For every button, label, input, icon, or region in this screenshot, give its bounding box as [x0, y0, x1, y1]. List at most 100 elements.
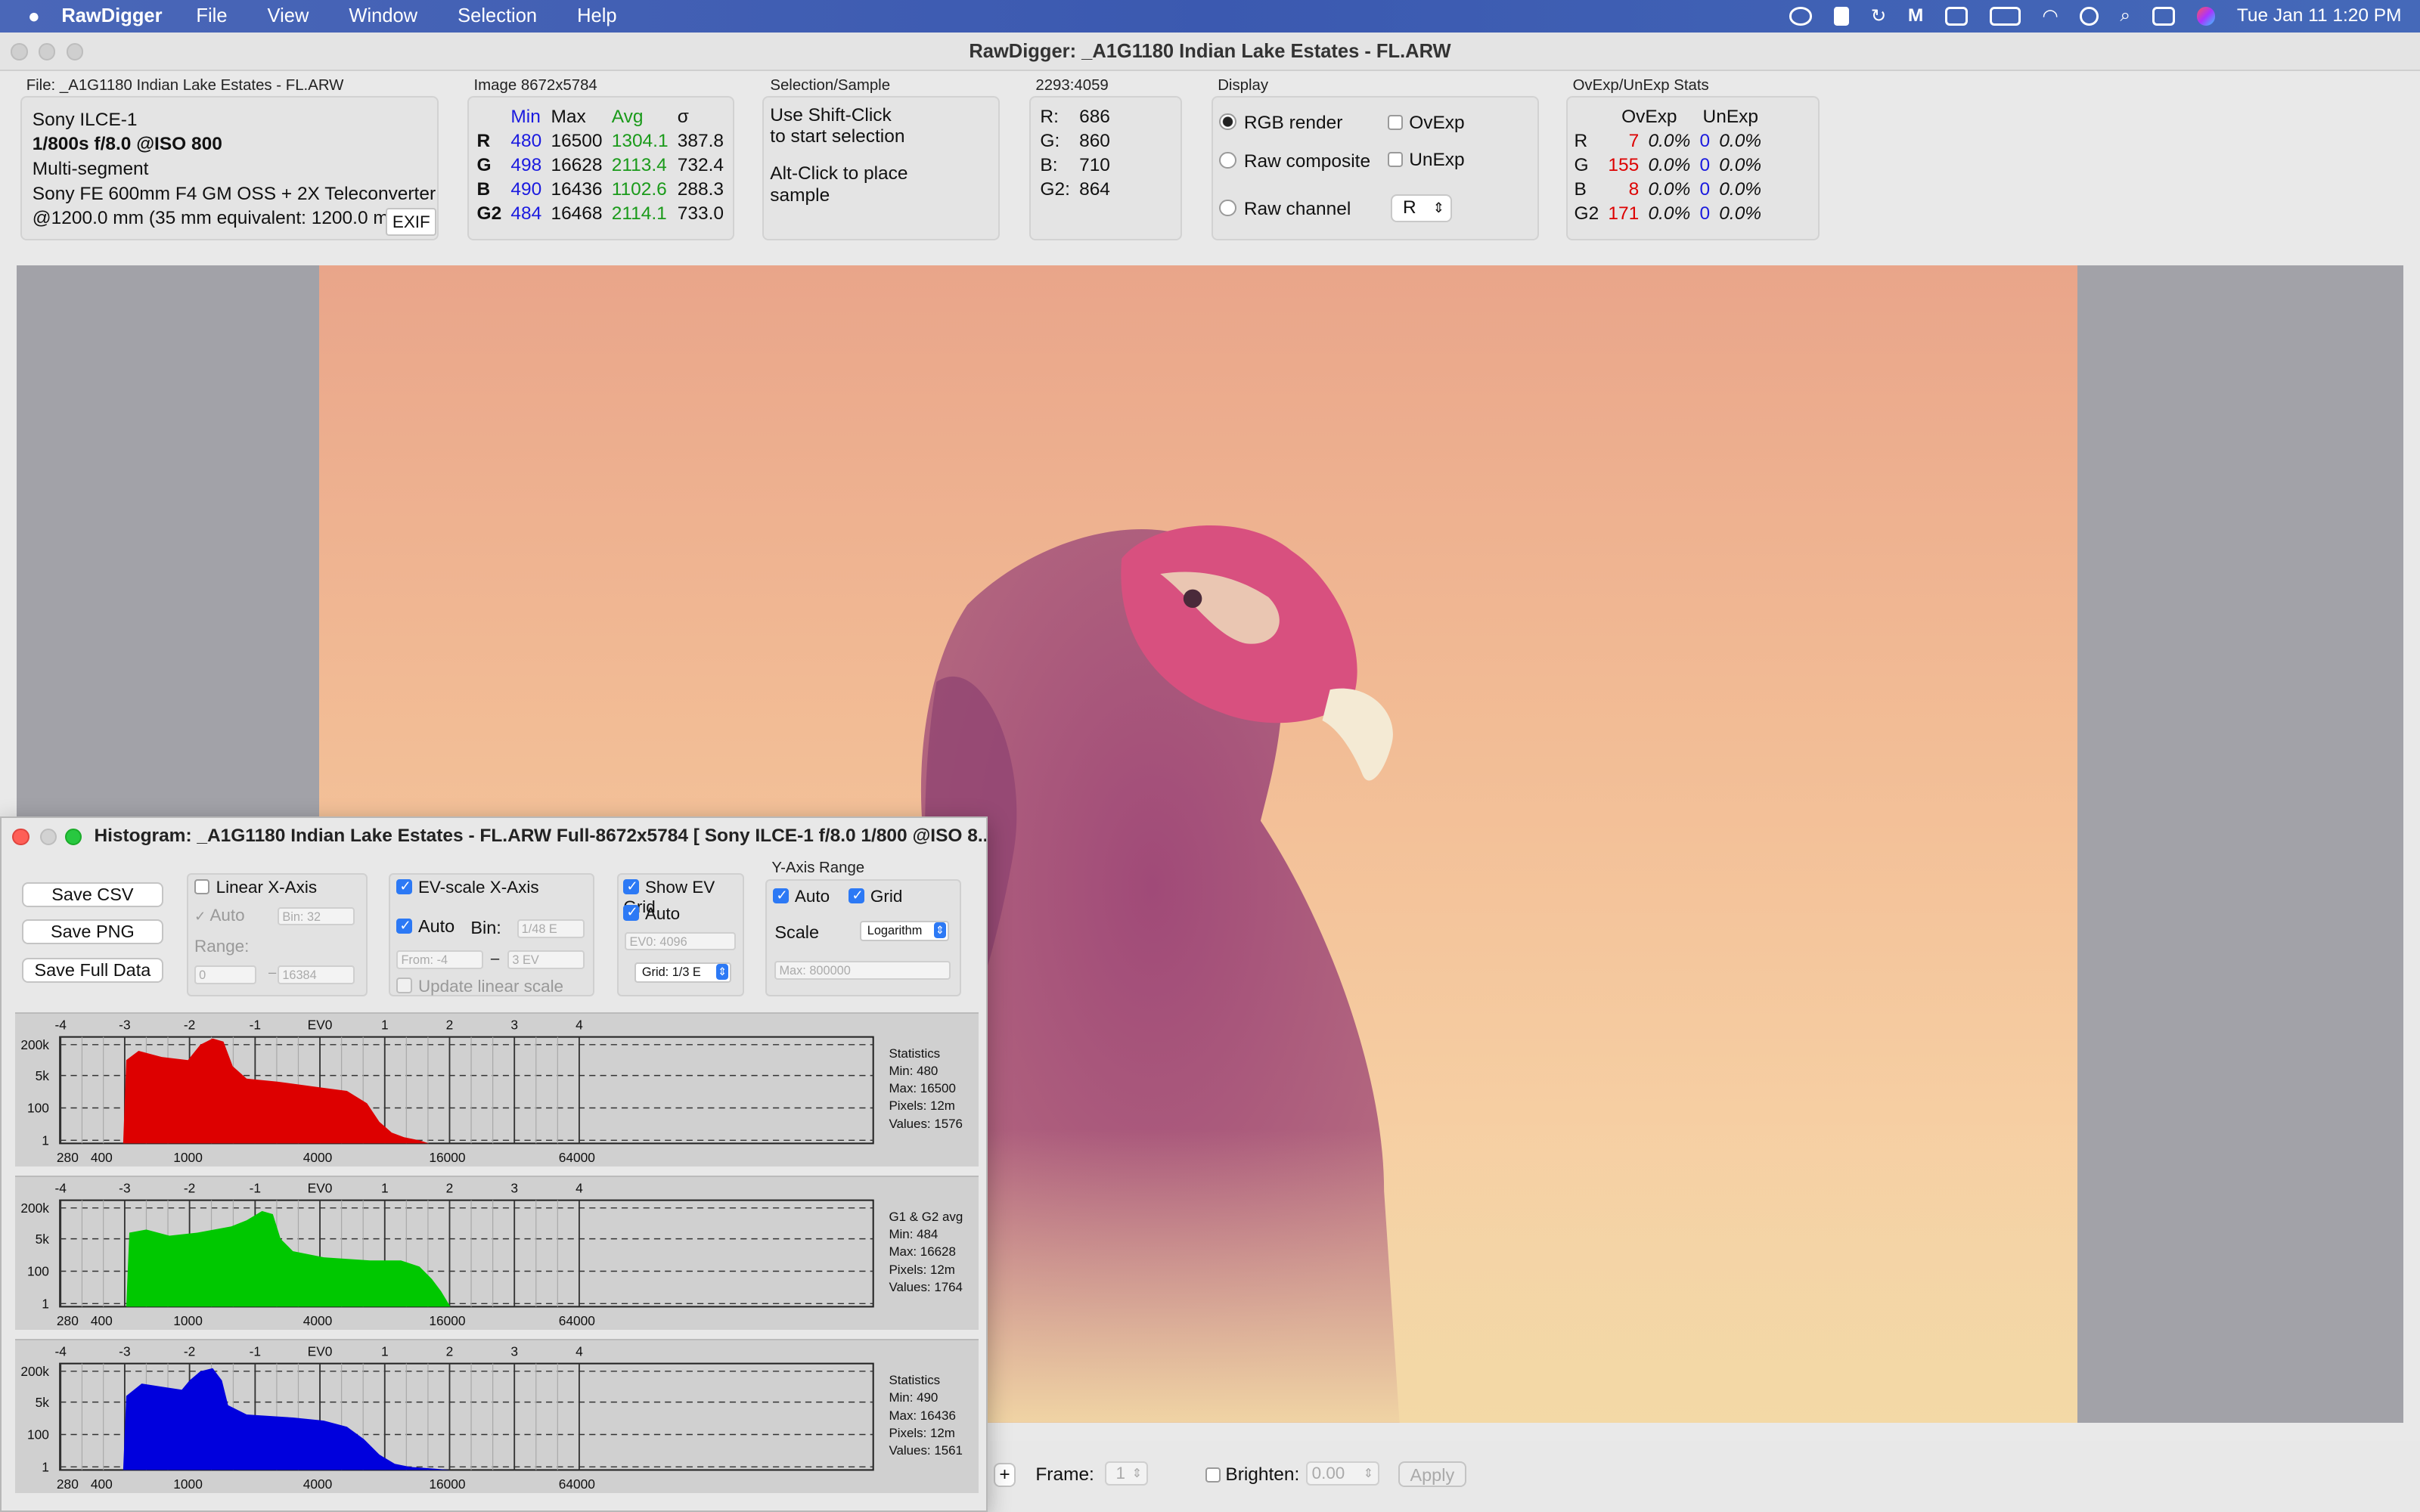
- pixel-value: 710: [1079, 154, 1110, 175]
- show-ev-grid-checkbox[interactable]: [623, 878, 639, 895]
- histogram-titlebar[interactable]: Histogram: _A1G1180 Indian Lake Estates …: [2, 818, 986, 855]
- apple-icon[interactable]: ●: [28, 5, 40, 28]
- pixel-value: 864: [1079, 178, 1110, 200]
- ev-to-input[interactable]: 3 EV: [507, 950, 585, 969]
- refresh-icon[interactable]: ↻: [1871, 5, 1887, 27]
- ev-auto-option[interactable]: Auto: [396, 916, 455, 937]
- max-value: 16436: [551, 178, 603, 200]
- scale-select[interactable]: Logarithm ⇕: [859, 921, 949, 941]
- ev-tick-label: 1: [381, 1344, 389, 1359]
- lens-info: Sony FE 600mm F4 GM OSS + 2X Teleconvert…: [32, 183, 436, 204]
- menu-selection[interactable]: Selection: [458, 5, 537, 27]
- brighten-input[interactable]: 0.00 ⇕: [1305, 1461, 1380, 1486]
- user-icon[interactable]: [2080, 7, 2099, 26]
- raw-composite-option[interactable]: Raw composite: [1219, 151, 1370, 172]
- y-auto-option[interactable]: Auto: [773, 887, 830, 906]
- window-icon[interactable]: [1944, 7, 1969, 26]
- window-titlebar[interactable]: RawDigger: _A1G1180 Indian Lake Estates …: [0, 32, 2420, 71]
- x-tick-label: 16000: [430, 1476, 466, 1492]
- exif-button[interactable]: EXIF: [386, 208, 437, 237]
- ovexp-panel-title: OvExp/UnExp Stats: [1572, 77, 1709, 94]
- save-full-data-button[interactable]: Save Full Data: [21, 958, 164, 983]
- ev-bin-input[interactable]: 1/48 E: [517, 919, 585, 938]
- y-grid-option[interactable]: Grid: [849, 887, 902, 906]
- menu-window[interactable]: Window: [349, 5, 417, 27]
- menubar-clock[interactable]: Tue Jan 11 1:20 PM: [2237, 5, 2402, 26]
- menu-view[interactable]: View: [268, 5, 309, 27]
- histogram-chart-blue: -4 -3 -2 -1 EV0 1 2 3 4 280 400 1000 4000 16000 64000 2…: [21, 1344, 875, 1492]
- table-row: G 155 0.0% 0 0.0%: [1569, 153, 1766, 178]
- grid-step-select[interactable]: Grid: 1/3 E ⇕: [634, 962, 732, 983]
- malwarebytes-icon[interactable]: M: [1908, 5, 1923, 26]
- y-auto-checkbox[interactable]: [773, 887, 789, 904]
- rgb-render-radio[interactable]: [1219, 113, 1236, 130]
- update-linear-checkbox[interactable]: [396, 978, 412, 993]
- ev-axis-option[interactable]: EV-scale X-Axis: [396, 878, 539, 897]
- siri-icon[interactable]: [2196, 7, 2216, 26]
- ev-bin-label: Bin:: [470, 918, 501, 938]
- minimize-button[interactable]: [39, 43, 56, 60]
- min-value: 480: [510, 130, 542, 151]
- x-tick-label: 64000: [559, 1313, 595, 1328]
- focal-length: @1200.0 mm (35 mm equivalent: 1200.0 mm): [32, 208, 391, 229]
- y-max-input[interactable]: Max: 800000: [774, 961, 951, 980]
- search-icon[interactable]: ⌕: [2120, 5, 2130, 26]
- brighten-checkbox[interactable]: [1205, 1467, 1221, 1483]
- rgb-render-option[interactable]: RGB render: [1219, 113, 1342, 134]
- ovexp-option[interactable]: OvExp: [1387, 113, 1465, 134]
- histogram-panel-green[interactable]: -4 -3 -2 -1 EV0 1 2 3 4 280 400 1000 4000 16000 64000 2…: [15, 1176, 979, 1331]
- save-csv-button[interactable]: Save CSV: [21, 882, 164, 907]
- ev-grid-group: Show EV Grid Auto EV0: 4096 Grid: 1/3 E⇕: [617, 873, 744, 997]
- linear-axis-option[interactable]: Linear X-Axis: [194, 878, 317, 897]
- frame-stepper[interactable]: 1 ⇕: [1105, 1461, 1149, 1486]
- unexp-option[interactable]: UnExp: [1387, 150, 1465, 171]
- raw-channel-radio[interactable]: [1219, 199, 1236, 217]
- ovexp-checkbox[interactable]: [1387, 114, 1404, 130]
- linear-bin-input[interactable]: Bin: 32: [278, 906, 355, 926]
- cloud-status-icon[interactable]: [1789, 7, 1813, 26]
- histogram-panel-blue[interactable]: -4 -3 -2 -1 EV0 1 2 3 4 280 400 1000 4000 16000 64000 2…: [15, 1339, 979, 1494]
- linear-axis-checkbox[interactable]: [194, 878, 210, 895]
- update-linear-option[interactable]: Update linear scale: [396, 977, 563, 996]
- ev-auto-checkbox[interactable]: [396, 917, 412, 934]
- ovexp-percent: 0.0%: [1648, 178, 1691, 200]
- record-icon[interactable]: [1833, 7, 1850, 26]
- min-value: 484: [510, 203, 542, 224]
- save-png-button[interactable]: Save PNG: [21, 919, 164, 944]
- x-tick-label: 1000: [174, 1476, 203, 1492]
- zoom-button[interactable]: [66, 43, 84, 60]
- apply-button[interactable]: Apply: [1398, 1461, 1466, 1488]
- menu-file[interactable]: File: [196, 5, 227, 27]
- linear-auto-option[interactable]: ✓ Auto: [194, 906, 245, 925]
- menu-app[interactable]: RawDigger: [61, 5, 162, 27]
- pixel-value: 860: [1079, 130, 1110, 151]
- raw-composite-radio[interactable]: [1219, 151, 1236, 169]
- channel-label: R: [1574, 130, 1588, 151]
- window-title: RawDigger: _A1G1180 Indian Lake Estates …: [969, 40, 1451, 62]
- table-row: B 8 0.0% 0 0.0%: [1569, 178, 1766, 202]
- histogram-panel-red[interactable]: -4 -3 -2 -1 EV0 1 2 3 4 280 400 1000 4000 16000 64000 2…: [15, 1012, 979, 1167]
- min-value: 490: [510, 178, 542, 200]
- menu-help[interactable]: Help: [577, 5, 616, 27]
- y-grid-checkbox[interactable]: [849, 887, 864, 904]
- ev0-input[interactable]: EV0: 4096: [625, 931, 737, 951]
- ev-from-input[interactable]: From: -4: [396, 950, 483, 969]
- grid-auto-checkbox[interactable]: [623, 903, 639, 921]
- add-button[interactable]: +: [994, 1462, 1016, 1488]
- linear-range-from[interactable]: 0: [194, 965, 256, 984]
- raw-channel-option[interactable]: Raw channel: [1219, 199, 1351, 220]
- battery-icon[interactable]: [1990, 7, 2021, 26]
- exposure-info: 1/800s f/8.0 @ISO 800: [32, 134, 222, 155]
- wifi-icon[interactable]: ◠: [2042, 5, 2058, 27]
- close-button[interactable]: [12, 828, 29, 846]
- channel-select[interactable]: R ⇕: [1390, 194, 1453, 222]
- minimize-button[interactable]: [40, 828, 57, 846]
- ev-tick-label: 3: [511, 1344, 519, 1359]
- close-button[interactable]: [11, 43, 28, 60]
- ev-axis-checkbox[interactable]: [396, 878, 412, 895]
- linear-range-to[interactable]: 16384: [278, 965, 355, 984]
- unexp-checkbox[interactable]: [1387, 151, 1404, 167]
- zoom-button[interactable]: [64, 828, 82, 846]
- grid-auto-option[interactable]: Auto: [623, 903, 680, 924]
- control-center-icon[interactable]: [2152, 7, 2176, 26]
